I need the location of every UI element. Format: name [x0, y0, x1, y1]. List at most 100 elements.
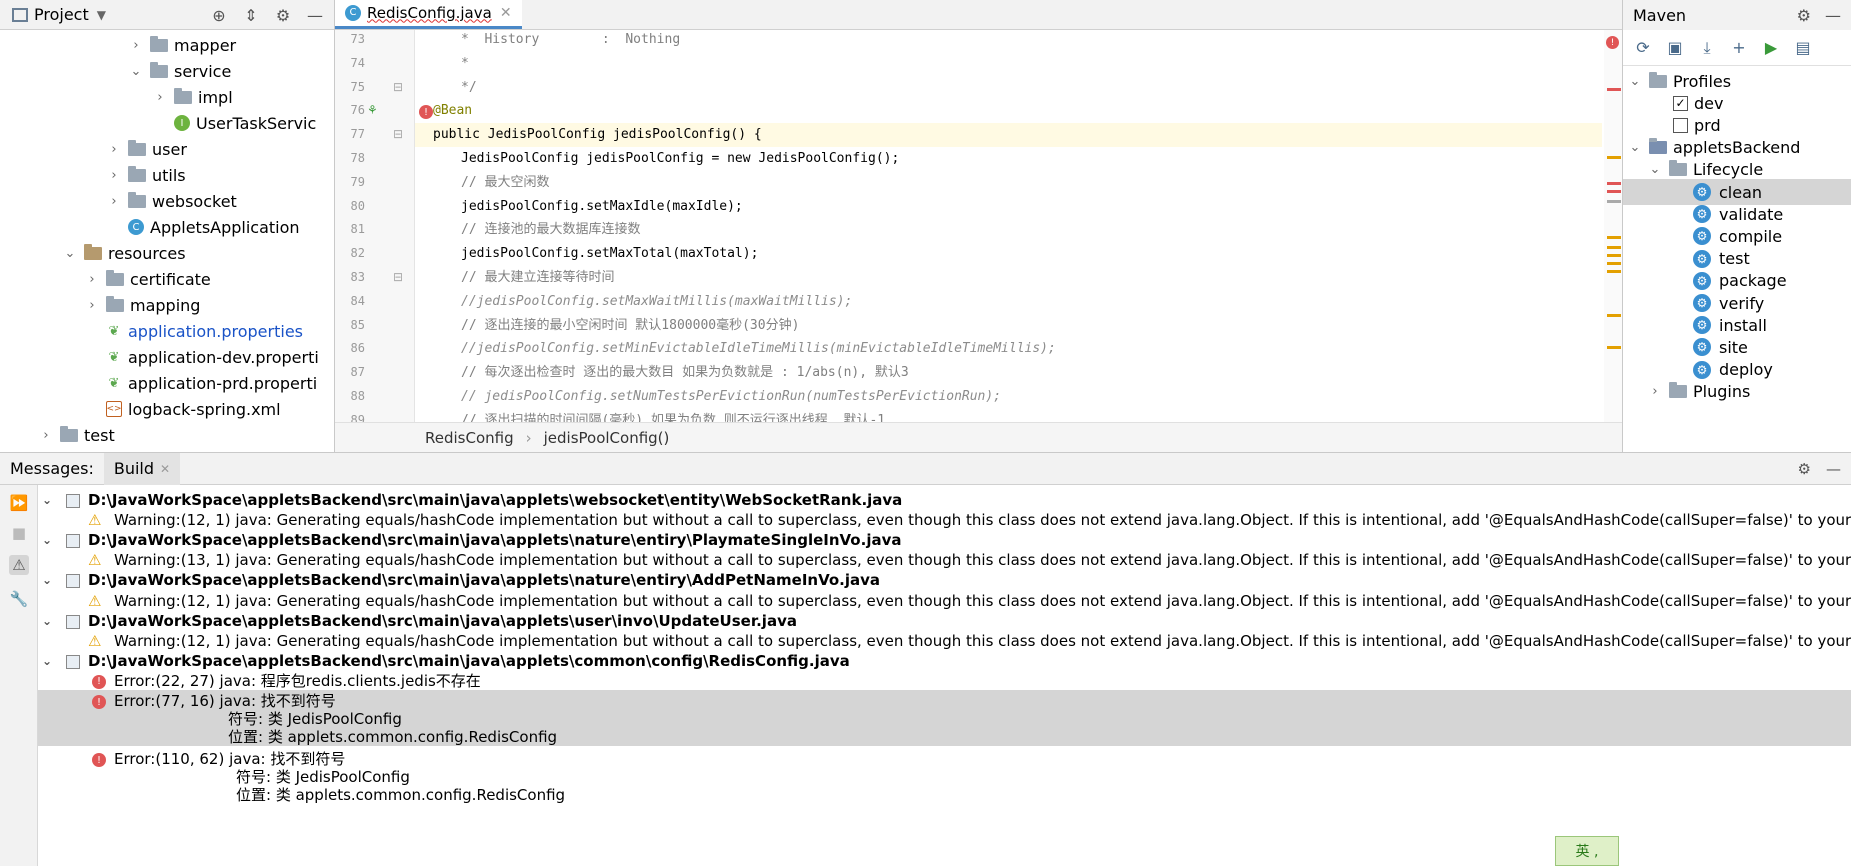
tab-label[interactable]: RedisConfig.java	[367, 4, 492, 22]
minimize-icon[interactable]: —	[1826, 460, 1841, 478]
code-area[interactable]: * History : Nothing * */ @Bean public JedisP…	[415, 30, 1602, 422]
tab-build[interactable]: Build ✕	[103, 452, 181, 485]
stripe-marker[interactable]	[1607, 346, 1621, 349]
project-title[interactable]: Project	[34, 5, 89, 24]
stripe-marker[interactable]	[1607, 262, 1621, 265]
project-view-icon[interactable]	[12, 7, 28, 22]
code-line[interactable]: // 连接池的最大数据库连接数	[415, 218, 1602, 242]
checkbox[interactable]: ✓	[1673, 95, 1694, 111]
maven-item-label[interactable]: dev	[1694, 94, 1723, 113]
stripe-marker[interactable]	[1607, 182, 1621, 185]
code-line[interactable]: // 逐出扫描的时间间隔(毫秒) 如果为负数,则不运行逐出线程, 默认-1	[415, 409, 1602, 422]
tree-item-label[interactable]: impl	[198, 88, 233, 107]
chevron-right-icon[interactable]: ›	[152, 90, 168, 105]
reload-icon[interactable]: ⟳	[1631, 36, 1655, 60]
maven-item-label[interactable]: appletsBackend	[1673, 138, 1800, 157]
code-line[interactable]: //jedisPoolConfig.setMinEvictableIdleTim…	[415, 337, 1602, 361]
tree-item[interactable]: <> logback-spring.xml	[84, 396, 281, 422]
tree-item-label[interactable]: service	[174, 62, 231, 81]
warning-filter-icon[interactable]: ⚠	[9, 555, 29, 575]
wrench-icon[interactable]: 🔧	[9, 589, 29, 609]
code-line[interactable]: @Bean	[415, 99, 1602, 123]
chevron-right-icon[interactable]: ›	[106, 168, 122, 183]
minimize-icon[interactable]: —	[1825, 6, 1841, 25]
maven-item-label[interactable]: test	[1719, 249, 1750, 268]
stripe-marker[interactable]	[1607, 254, 1621, 257]
ime-indicator[interactable]: 英 ,	[1555, 836, 1619, 866]
maven-item-label[interactable]: Profiles	[1673, 72, 1731, 91]
tree-item-label[interactable]: logback-spring.xml	[128, 400, 281, 419]
execute-goal-icon[interactable]: ▤	[1791, 36, 1815, 60]
stripe-marker[interactable]	[1607, 88, 1621, 91]
code-line[interactable]: // jedisPoolConfig.setNumTestsPerEvictio…	[415, 385, 1602, 409]
fold-icon[interactable]: ⊟	[393, 80, 403, 94]
tree-item-label[interactable]: resources	[108, 244, 186, 263]
tree-item-label[interactable]: UserTaskServic	[196, 114, 316, 133]
code-line[interactable]: // 最大空闲数	[415, 171, 1602, 195]
tree-item[interactable]: ❦ application-dev.properti	[84, 344, 319, 370]
gear-icon[interactable]: ⚙	[1798, 460, 1811, 478]
maven-tree-item[interactable]: › Plugins	[1623, 379, 1851, 405]
stripe-marker[interactable]	[1607, 156, 1621, 159]
tree-item[interactable]: › mapping	[84, 292, 200, 318]
chevron-down-icon[interactable]: ⌄	[62, 246, 78, 261]
code-line[interactable]: // 逐出连接的最小空闲时间 默认1800000毫秒(30分钟)	[415, 314, 1602, 338]
tree-item[interactable]: › websocket	[106, 188, 237, 214]
code-line[interactable]: * History : Nothing	[415, 30, 1602, 52]
maven-item-label[interactable]: Lifecycle	[1693, 160, 1763, 179]
maven-item-label[interactable]: deploy	[1719, 360, 1773, 379]
fold-icon[interactable]: ⊟	[393, 270, 403, 284]
code-line[interactable]: // 每次逐出检查时 逐出的最大数目 如果为负数就是 : 1/abs(n), 默…	[415, 361, 1602, 385]
gear-icon[interactable]: ⚙	[272, 5, 294, 25]
tree-item-label[interactable]: mapper	[174, 36, 236, 55]
error-row[interactable]: ! Error:(110, 62) java: 找不到符号 符号: 类 JedisP…	[38, 748, 1851, 804]
chevron-right-icon[interactable]: ›	[84, 272, 100, 287]
tree-item[interactable]: ⌄ resources	[62, 240, 186, 266]
maven-item-label[interactable]: Plugins	[1693, 382, 1750, 401]
error-row[interactable]: ! Error:(22, 27) java: 程序包redis.clients.j…	[38, 670, 1851, 690]
maven-item-label[interactable]: install	[1719, 316, 1767, 335]
run-icon[interactable]: ▶	[1759, 36, 1783, 60]
close-icon[interactable]: ✕	[500, 5, 512, 21]
close-icon[interactable]: ✕	[160, 462, 170, 476]
add-folder-icon[interactable]: ▣	[1663, 36, 1687, 60]
stripe-marker[interactable]	[1607, 190, 1621, 193]
code-line[interactable]: */	[415, 76, 1602, 100]
error-stripe[interactable]: !	[1604, 30, 1622, 422]
maven-item-label[interactable]: verify	[1719, 294, 1764, 313]
tree-item-label[interactable]: certificate	[130, 270, 211, 289]
chevron-right-icon[interactable]: ›	[84, 298, 100, 313]
stripe-marker[interactable]	[1607, 270, 1621, 273]
tree-item[interactable]: ❦ application.properties	[84, 318, 303, 344]
code-line[interactable]: jedisPoolConfig.setMaxIdle(maxIdle);	[415, 195, 1602, 219]
chevron-right-icon[interactable]: ›	[38, 428, 54, 443]
stripe-marker[interactable]	[1607, 236, 1621, 239]
tree-item[interactable]: C AppletsApplication	[106, 214, 300, 240]
chevron-right-icon[interactable]: ›	[106, 194, 122, 209]
code-line[interactable]: // 最大建立连接等待时间	[415, 266, 1602, 290]
collapse-icon[interactable]: ⇕	[240, 5, 262, 25]
chevron-right-icon[interactable]: ›	[128, 38, 144, 53]
maven-item-label[interactable]: clean	[1719, 183, 1762, 202]
stop-icon[interactable]: ■	[9, 523, 29, 543]
tree-item-label[interactable]: utils	[152, 166, 186, 185]
checkbox[interactable]	[1673, 117, 1694, 133]
tree-item[interactable]: › certificate	[84, 266, 211, 292]
maven-item-label[interactable]: validate	[1719, 205, 1783, 224]
locate-icon[interactable]: ⊕	[208, 5, 230, 25]
tree-item[interactable]: › user	[106, 136, 187, 162]
tree-item-label[interactable]: user	[152, 140, 187, 159]
tree-item[interactable]: › impl	[152, 84, 233, 110]
code-line[interactable]: JedisPoolConfig jedisPoolConfig = new Je…	[415, 147, 1602, 171]
stripe-marker[interactable]	[1607, 314, 1621, 317]
fold-icon[interactable]: ⊟	[393, 127, 403, 141]
bean-icon[interactable]: ⚘	[367, 103, 378, 117]
tree-item-label[interactable]: AppletsApplication	[150, 218, 300, 237]
minimize-icon[interactable]: —	[304, 5, 326, 25]
tree-item-label[interactable]: application.properties	[128, 322, 303, 341]
maven-item-label[interactable]: site	[1719, 338, 1748, 357]
tree-item-label[interactable]: application-prd.properti	[128, 374, 317, 393]
code-line[interactable]: //jedisPoolConfig.setMaxWaitMillis(maxWa…	[415, 290, 1602, 314]
gear-icon[interactable]: ⚙	[1797, 6, 1811, 25]
maven-item-label[interactable]: package	[1719, 271, 1787, 290]
